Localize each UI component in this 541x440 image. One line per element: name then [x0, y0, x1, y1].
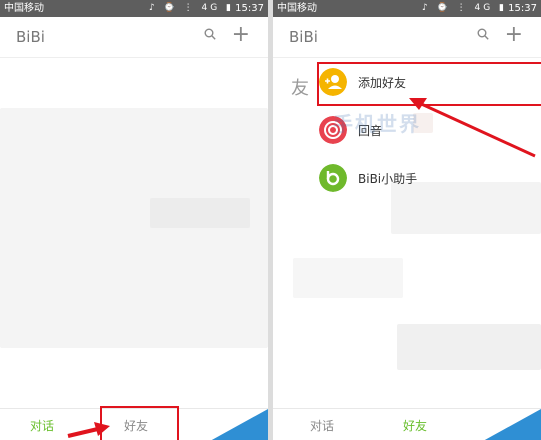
tab-conversations[interactable]: 对话: [310, 417, 334, 434]
status-icons: ♪ ⌚ ⋮ 4G ▮: [148, 3, 234, 13]
conversation-list: [0, 58, 268, 408]
carrier-name: 中国移动: [277, 3, 317, 14]
bibi-helper-icon: [319, 164, 347, 192]
tab-friends[interactable]: 好友: [403, 417, 427, 434]
section-index-letter: 友: [291, 78, 309, 99]
search-icon[interactable]: [204, 28, 216, 40]
app-bar: BiBi +: [273, 17, 541, 58]
status-bar: 中国移动 ♪ ⌚ ⋮ 4G ▮ 15:37: [273, 0, 541, 17]
add-button[interactable]: +: [505, 22, 523, 48]
carrier-name: 中国移动: [4, 3, 44, 14]
tab-conversations[interactable]: 对话: [30, 417, 54, 434]
list-item-label: BiBi小助手: [358, 172, 418, 186]
phone-screen-right: 中国移动 ♪ ⌚ ⋮ 4G ▮ 15:37 BiBi + 友 添加好友 回音 B…: [273, 0, 541, 440]
blurred-content: [397, 324, 541, 370]
blurred-content: [150, 198, 250, 228]
app-title: BiBi: [16, 28, 45, 46]
clock: 15:37: [235, 3, 264, 14]
blurred-content: [0, 108, 268, 348]
clock: 15:37: [508, 3, 537, 14]
annotation-arrow: [67, 422, 110, 438]
blurred-content: [293, 258, 403, 298]
corner-decoration: [210, 409, 268, 440]
app-bar: BiBi +: [0, 17, 268, 58]
add-button[interactable]: +: [232, 22, 250, 48]
status-bar: 中国移动 ♪ ⌚ ⋮ 4G ▮ 15:37: [0, 0, 268, 17]
corner-decoration: [483, 409, 541, 440]
tab-bar: 对话 好友: [273, 408, 541, 440]
app-title: BiBi: [289, 28, 318, 46]
status-icons: ♪ ⌚ ⋮ 4G ▮: [421, 3, 507, 13]
search-icon[interactable]: [477, 28, 489, 40]
list-item-bibi-helper[interactable]: BiBi小助手: [319, 162, 539, 196]
phone-screen-left: 中国移动 ♪ ⌚ ⋮ 4G ▮ 15:37 BiBi + 对话 好友: [0, 0, 268, 440]
annotation-arrow: [409, 98, 536, 158]
